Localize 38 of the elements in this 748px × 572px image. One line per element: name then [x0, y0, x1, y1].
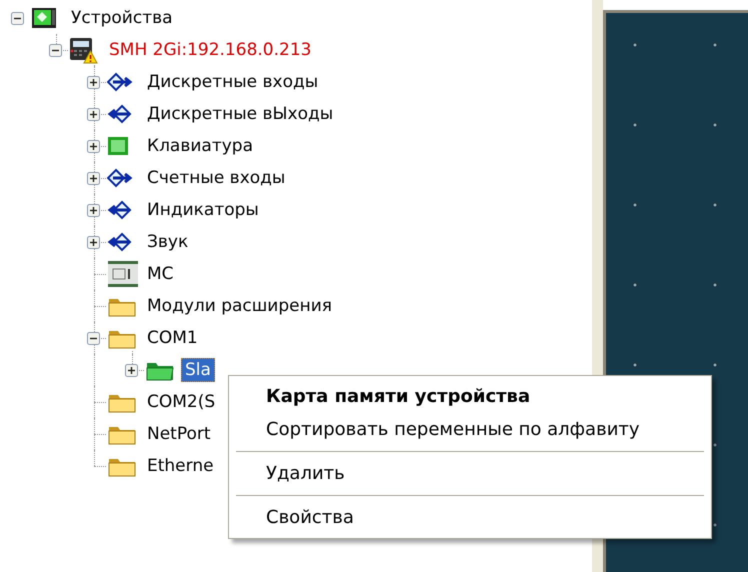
tree-item[interactable]: NetPort: [143, 422, 215, 446]
module-icon: [107, 260, 139, 288]
tree-item[interactable]: Клавиатура: [143, 134, 258, 158]
tree-item[interactable]: Модули расширения: [143, 294, 336, 318]
expand-toggle[interactable]: [49, 44, 62, 56]
arrow-right-icon: [107, 168, 133, 188]
circuit-board-icon: [31, 7, 57, 29]
tree-item[interactable]: Звук: [143, 230, 192, 254]
expand-toggle[interactable]: [87, 204, 100, 216]
expand-toggle[interactable]: [125, 364, 138, 376]
menu-item[interactable]: Сортировать переменные по алфавиту: [229, 413, 711, 446]
menu-item[interactable]: Карта памяти устройства: [229, 380, 711, 413]
menu-item[interactable]: Свойства: [229, 501, 711, 534]
expand-toggle[interactable]: [87, 332, 100, 344]
tree-item[interactable]: SMH 2Gi:192.168.0.213: [105, 38, 316, 62]
tree-item[interactable]: Etherne: [143, 454, 218, 478]
tree-item[interactable]: Дискретные вЫходы: [143, 102, 338, 126]
keypad-icon: [107, 136, 129, 156]
expand-toggle[interactable]: [87, 108, 100, 120]
arrow-left-icon: [107, 232, 133, 252]
tree-item[interactable]: MC: [143, 262, 178, 286]
expand-toggle[interactable]: [11, 12, 24, 24]
arrow-left-icon: [107, 200, 133, 220]
tree-item[interactable]: Счетные входы: [143, 166, 290, 190]
expand-toggle[interactable]: [87, 236, 100, 248]
tree-item[interactable]: Дискретные входы: [143, 70, 322, 94]
tree-item[interactable]: COM1: [143, 326, 202, 350]
tree-item[interactable]: COM2(S: [143, 390, 220, 414]
expand-toggle[interactable]: [87, 172, 100, 184]
tree-item[interactable]: Устройства: [67, 6, 177, 30]
menu-item[interactable]: Удалить: [229, 457, 711, 490]
expand-toggle[interactable]: [87, 140, 100, 152]
expand-toggle[interactable]: [87, 76, 100, 88]
tree-item[interactable]: Sla: [181, 358, 215, 382]
tree-item[interactable]: Индикаторы: [143, 198, 263, 222]
arrow-right-icon: [107, 72, 133, 92]
warning-icon: [83, 50, 98, 64]
arrow-left-icon: [107, 104, 133, 124]
